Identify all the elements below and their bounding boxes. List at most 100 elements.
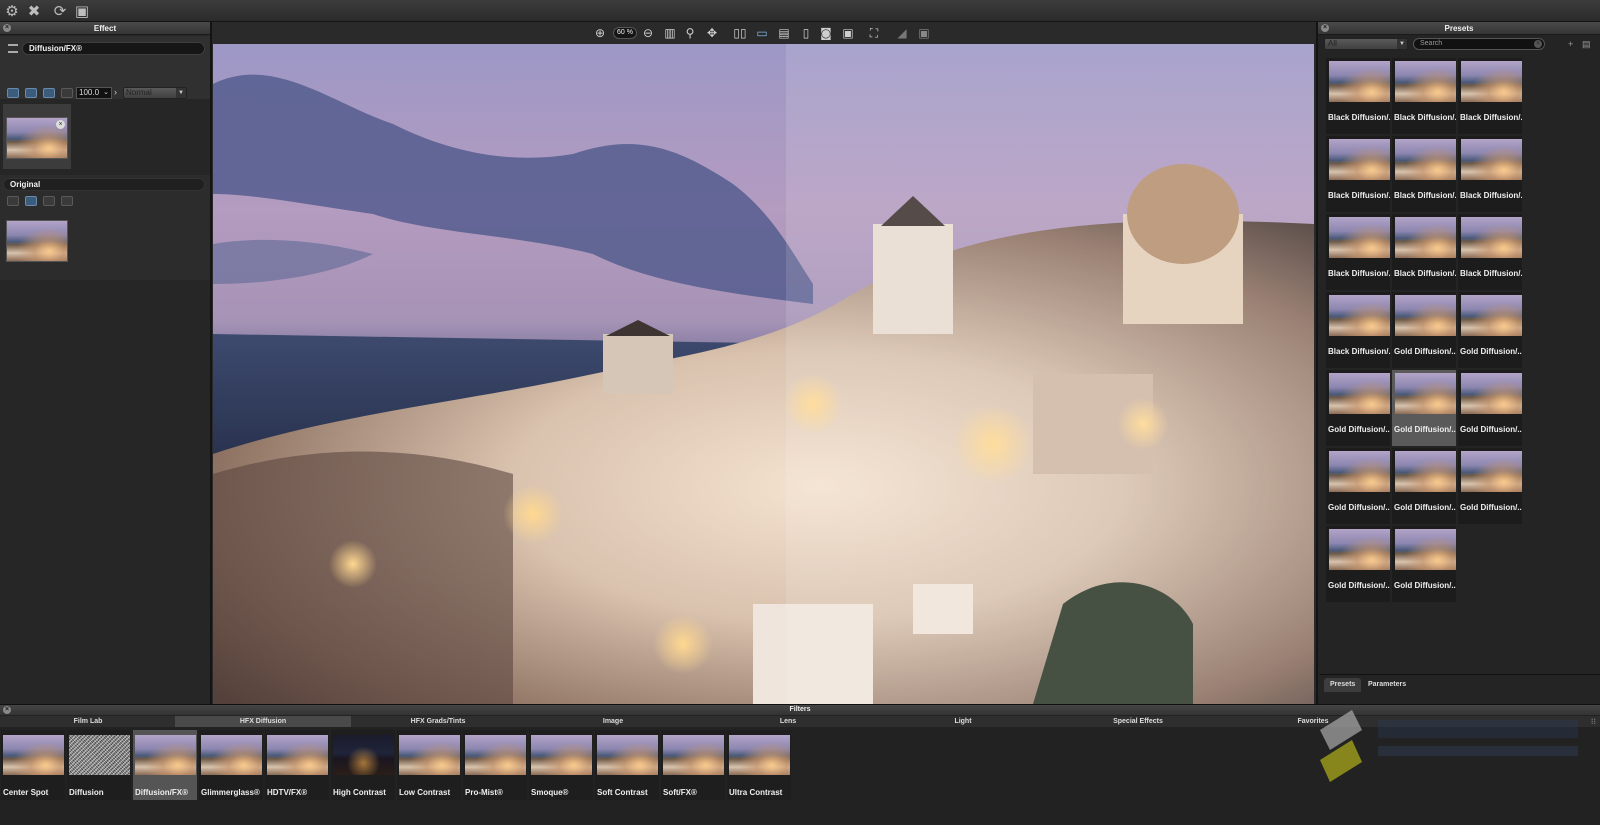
preset-filter-select[interactable]: All ▼	[1324, 38, 1408, 50]
clear-search-icon[interactable]: ×	[1534, 40, 1542, 48]
preset-item[interactable]: Black Diffusion/...	[1326, 58, 1390, 134]
grid-icon[interactable]	[61, 196, 73, 206]
filter-label: Diffusion/FX®	[135, 788, 188, 797]
preset-item[interactable]: Gold Diffusion/...	[1392, 526, 1456, 602]
preset-menu-icon[interactable]: ▤	[1582, 39, 1591, 49]
preset-item[interactable]: Black Diffusion/...	[1458, 214, 1522, 290]
filter-item[interactable]: Soft/FX®	[661, 730, 725, 800]
filter-category-tab[interactable]: Lens	[700, 716, 876, 727]
preset-label: Gold Diffusion/...	[1394, 425, 1456, 434]
remove-layer-icon[interactable]: ×	[56, 120, 65, 129]
opacity-field[interactable]: 100.0 ⌄	[76, 87, 112, 99]
preset-thumbnail	[1329, 61, 1390, 102]
gear-icon[interactable]: ⚙	[3, 2, 21, 20]
filter-item[interactable]: Diffusion/FX®	[133, 730, 197, 800]
zoom-level[interactable]: 60 %	[613, 27, 637, 39]
preset-item[interactable]: Black Diffusion/...	[1392, 136, 1456, 212]
filter-item[interactable]: Glimmerglass®	[199, 730, 263, 800]
preset-label: Gold Diffusion/...	[1328, 425, 1390, 434]
search-input[interactable]: Search ×	[1413, 38, 1545, 50]
filter-thumbnail	[267, 735, 328, 775]
grid-icon[interactable]	[61, 88, 73, 98]
filter-category-tab[interactable]: Film Lab	[0, 716, 176, 727]
close-x-icon[interactable]: ✖	[25, 2, 43, 20]
histogram-icon[interactable]: ◢	[894, 26, 910, 40]
preset-label: Gold Diffusion/...	[1394, 581, 1456, 590]
effect-panel-header: × Effect	[0, 22, 210, 35]
filter-category-tab[interactable]: Light	[875, 716, 1051, 727]
top-toolbar: ⚙ ✖ ⟳ ▣	[0, 0, 1600, 22]
filter-label: Center Spot	[3, 788, 49, 797]
mask-brush-icon[interactable]	[7, 88, 19, 98]
preset-item[interactable]: Gold Diffusion/...	[1392, 292, 1456, 368]
preset-label: Black Diffusion/...	[1394, 191, 1456, 200]
filter-item[interactable]: Diffusion	[67, 730, 131, 800]
add-preset-icon[interactable]: +	[1568, 39, 1573, 49]
page-icon[interactable]: ▯	[798, 26, 814, 40]
mask-icon[interactable]: ▣	[916, 26, 932, 40]
preset-item[interactable]: Black Diffusion/...	[1392, 58, 1456, 134]
pan-icon[interactable]: ✥	[704, 26, 720, 40]
tab-parameters[interactable]: Parameters	[1362, 678, 1412, 692]
preset-item[interactable]: Gold Diffusion/...	[1458, 448, 1522, 524]
close-icon[interactable]: ×	[3, 24, 11, 32]
lightning-icon[interactable]	[43, 88, 55, 98]
preset-thumbnail	[1395, 61, 1456, 102]
show-layer-icon[interactable]	[25, 196, 37, 206]
fit-icon[interactable]: ▥	[662, 26, 678, 40]
preset-item[interactable]: Gold Diffusion/...	[1392, 448, 1456, 524]
single-view-icon[interactable]: ▤	[776, 26, 792, 40]
preset-item[interactable]: Gold Diffusion/...	[1326, 526, 1390, 602]
preset-item[interactable]: Black Diffusion/...	[1326, 136, 1390, 212]
tab-presets[interactable]: Presets	[1324, 678, 1362, 692]
preset-item[interactable]: Gold Diffusion/...	[1458, 292, 1522, 368]
zoom-out-icon[interactable]: ⊖	[640, 26, 656, 40]
original-layer-thumbnail[interactable]	[6, 220, 68, 262]
split-view-icon[interactable]: ▯▯	[732, 26, 748, 40]
menu-icon[interactable]	[8, 44, 18, 53]
frame-icon[interactable]: ▣	[73, 2, 91, 20]
filter-item[interactable]: Low Contrast	[397, 730, 461, 800]
preset-item[interactable]: Gold Diffusion/...	[1326, 370, 1390, 446]
original-layer-name[interactable]: Original	[3, 178, 205, 191]
effect-panel: × Effect Diffusion/FX® 100.0 ⌄ › Normal …	[0, 22, 212, 704]
filter-item[interactable]: High Contrast	[331, 730, 395, 800]
show-layer-icon[interactable]	[25, 88, 37, 98]
filter-item[interactable]: Center Spot	[1, 730, 65, 800]
preset-thumbnail	[1461, 373, 1522, 414]
preset-item[interactable]: Gold Diffusion/...	[1458, 370, 1522, 446]
filter-item[interactable]: Smoque®	[529, 730, 593, 800]
blend-mode-select[interactable]: Normal ▼	[123, 87, 187, 99]
preset-item[interactable]: Black Diffusion/...	[1326, 214, 1390, 290]
zoom-in-icon[interactable]: ⊕	[592, 26, 608, 40]
filter-category-tab[interactable]: Image	[525, 716, 701, 727]
filter-item[interactable]: Pro-Mist®	[463, 730, 527, 800]
side-by-side-icon[interactable]: ▭	[754, 26, 770, 40]
preset-item[interactable]: Black Diffusion/...	[1326, 292, 1390, 368]
preset-item[interactable]: Black Diffusion/...	[1392, 214, 1456, 290]
stepper-icon[interactable]: ⌄	[103, 88, 109, 98]
magnify-icon[interactable]: ⚲	[682, 26, 698, 40]
filter-item[interactable]: Soft Contrast	[595, 730, 659, 800]
crop-icon[interactable]: ⛶	[866, 26, 882, 40]
preset-item[interactable]: Black Diffusion/...	[1458, 58, 1522, 134]
camera-icon[interactable]: ◙	[818, 26, 834, 40]
lightning-icon[interactable]	[43, 196, 55, 206]
preset-item[interactable]: Gold Diffusion/...	[1392, 370, 1456, 446]
preset-item[interactable]: Black Diffusion/...	[1458, 136, 1522, 212]
filter-category-tab[interactable]: Special Effects	[1050, 716, 1226, 727]
refresh-icon[interactable]: ⟳	[51, 2, 69, 20]
preset-thumbnail	[1395, 139, 1456, 180]
filter-item[interactable]: Ultra Contrast	[727, 730, 791, 800]
filter-category-tab[interactable]: HFX Diffusion	[175, 716, 351, 727]
effect-layer-name[interactable]: Diffusion/FX®	[22, 42, 205, 55]
mask-brush-icon[interactable]	[7, 196, 19, 206]
monitor-icon[interactable]: ▣	[840, 26, 856, 40]
preset-item[interactable]: Gold Diffusion/...	[1326, 448, 1390, 524]
chevron-right-icon[interactable]: ›	[114, 87, 117, 97]
filter-category-tab[interactable]: HFX Grads/Tints	[350, 716, 526, 727]
image-canvas[interactable]	[213, 44, 1314, 704]
close-icon[interactable]: ×	[1321, 24, 1329, 32]
close-icon[interactable]: ×	[3, 706, 11, 714]
filter-item[interactable]: HDTV/FX®	[265, 730, 329, 800]
